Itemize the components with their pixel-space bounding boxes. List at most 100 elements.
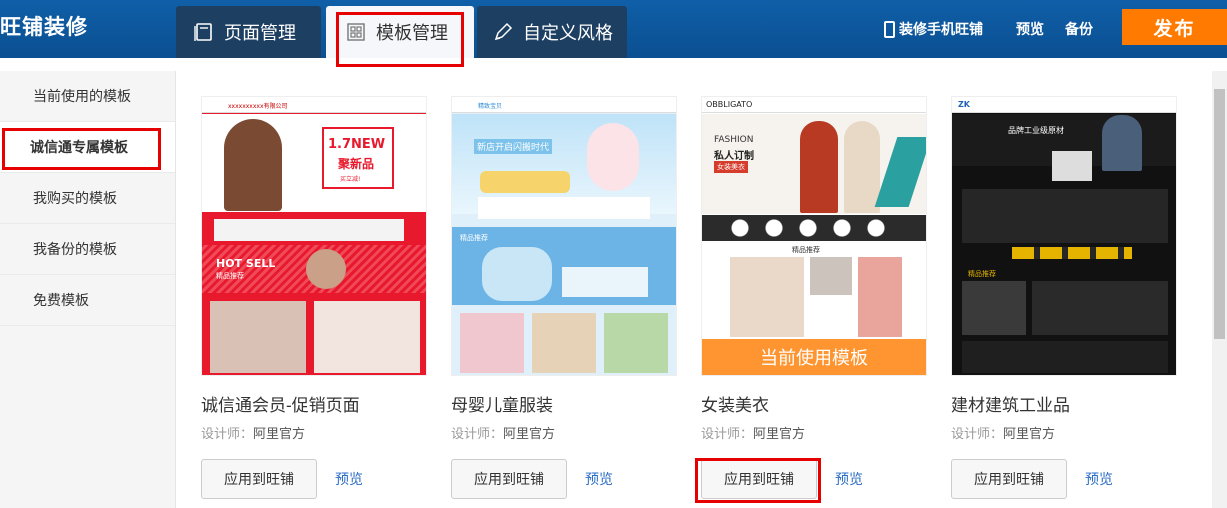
thumb-shop-name: OBBLIGATO — [706, 100, 753, 109]
thumb-sale: HOT SELL — [216, 257, 276, 270]
card-actions: 应用到旺铺 预览 — [951, 459, 1177, 499]
sidebar-item-purchased[interactable]: 我购买的模板 — [0, 173, 175, 224]
thumb-product — [562, 267, 648, 297]
thumb-headline: 新店开启闪搬时代 — [474, 139, 553, 154]
thumb-section-title: 精品推荐 — [792, 246, 820, 254]
thumb-product — [858, 257, 902, 337]
template-name: 建材建筑工业品 — [951, 396, 1070, 415]
thumb-strip — [478, 197, 650, 219]
publish-button[interactable]: 发布 — [1122, 9, 1227, 45]
preview-link[interactable]: 预览 — [335, 469, 363, 489]
apply-button[interactable]: 应用到旺铺 — [951, 459, 1067, 499]
template-thumbnail[interactable]: xxxxxxxxxx有限公司 1.7NEW 聚新品 买立减! HOT SELL … — [201, 96, 427, 376]
designer-label: 设计师： — [451, 426, 504, 441]
content-top-spacer — [0, 58, 1227, 71]
tab-label: 页面管理 — [224, 23, 296, 43]
thumb-headline: FASHION — [714, 135, 754, 145]
thumb-cta: 买立减! — [340, 176, 361, 183]
preview-button[interactable]: 预览 — [1016, 0, 1044, 58]
apply-button[interactable]: 应用到旺铺 — [451, 459, 567, 499]
preview-link[interactable]: 预览 — [1085, 469, 1113, 489]
thumb-model — [224, 119, 282, 211]
thumb-product — [1052, 151, 1092, 181]
thumb-section-title: 精品推荐 — [460, 234, 488, 242]
preview-link[interactable]: 预览 — [835, 469, 863, 489]
thumb-circles — [730, 217, 900, 239]
template-card: 精致宝贝 新店开启闪搬时代 精品推荐 母婴儿童服装 设计师：阿里官方 应用到旺铺… — [451, 96, 677, 499]
thumb-model — [800, 121, 838, 213]
backup-button[interactable]: 备份 — [1065, 0, 1093, 58]
pen-icon — [494, 22, 513, 41]
scrollbar[interactable] — [1212, 71, 1227, 508]
apply-button[interactable]: 应用到旺铺 — [701, 459, 817, 499]
thumb-product — [314, 301, 420, 373]
designer-label: 设计师： — [701, 426, 754, 441]
thumb-product — [1032, 281, 1168, 335]
thumb-headline: 1.7NEW — [328, 137, 386, 152]
app-title: 旺铺装修 — [0, 16, 88, 39]
template-name: 女装美衣 — [701, 396, 769, 415]
sidebar-item-current[interactable]: 当前使用的模板 — [0, 71, 175, 122]
thumb-product — [810, 257, 852, 295]
page-icon — [194, 23, 212, 41]
template-thumbnail[interactable]: OBBLIGATO FASHION 私人订制 女装美衣 精品推荐 当前使用模板 — [701, 96, 927, 376]
thumb-shop-name: xxxxxxxxxx有限公司 — [228, 103, 288, 110]
thumb-baby — [587, 123, 639, 191]
thumb-section-title: 精品推荐 — [968, 270, 996, 278]
grid-icon — [347, 23, 365, 41]
thumb-product — [482, 247, 552, 301]
thumb-product — [210, 301, 306, 373]
current-template-badge: 当前使用模板 — [702, 339, 926, 375]
designer-label: 设计师： — [201, 426, 254, 441]
thumb-header: OBBLIGATO — [702, 97, 926, 113]
designer-name: 阿里官方 — [1003, 426, 1056, 441]
mobile-shop-label: 装修手机旺铺 — [899, 21, 983, 37]
thumb-product — [532, 313, 596, 373]
tab-label: 自定义风格 — [523, 23, 613, 43]
apply-button[interactable]: 应用到旺铺 — [201, 459, 317, 499]
thumb-model — [1102, 115, 1142, 171]
preview-link[interactable]: 预览 — [585, 469, 613, 489]
template-card: ZK 品牌工业级原材 精品推荐 建材建筑工业品 设计师：阿里官方 应用到旺铺 预… — [951, 96, 1177, 499]
thumb-sale-sub: 精品推荐 — [216, 272, 244, 280]
tab-custom-style[interactable]: 自定义风格 — [477, 6, 627, 58]
thumb-header: 精致宝贝 — [452, 97, 676, 113]
designer-name: 阿里官方 — [253, 426, 306, 441]
thumb-sub: 私人订制 — [714, 151, 754, 162]
designer-name: 阿里官方 — [503, 426, 556, 441]
thumb-shop-name: ZK — [958, 100, 970, 109]
card-actions: 应用到旺铺 预览 — [701, 459, 927, 499]
designer-label: 设计师： — [951, 426, 1004, 441]
sidebar-item-backup[interactable]: 我备份的模板 — [0, 224, 175, 275]
thumb-model-2 — [306, 249, 346, 289]
template-designer: 设计师：阿里官方 — [701, 423, 927, 442]
thumb-brands — [1012, 247, 1132, 259]
template-designer: 设计师：阿里官方 — [451, 423, 677, 442]
thumb-product — [604, 313, 668, 373]
tab-page-management[interactable]: 页面管理 — [176, 6, 321, 58]
tab-label: 模板管理 — [376, 23, 448, 43]
thumb-sub: 聚新品 — [338, 157, 375, 171]
thumb-headline: 品牌工业级原材 — [1008, 126, 1064, 135]
card-actions: 应用到旺铺 预览 — [451, 459, 677, 499]
template-name: 母婴儿童服装 — [451, 396, 553, 415]
thumb-toy — [480, 171, 570, 193]
thumb-header: xxxxxxxxxx有限公司 — [202, 97, 426, 113]
tab-template-management[interactable]: 模板管理 — [326, 6, 474, 58]
thumb-strip — [214, 219, 404, 241]
sidebar: 当前使用的模板 诚信通专属模板 我购买的模板 我备份的模板 免费模板 — [0, 71, 176, 508]
thumb-grid — [962, 189, 1168, 243]
template-thumbnail[interactable]: ZK 品牌工业级原材 精品推荐 — [951, 96, 1177, 376]
sidebar-item-chengxintong[interactable]: 诚信通专属模板 — [0, 122, 175, 173]
thumb-model — [844, 121, 880, 213]
phone-icon — [884, 20, 895, 38]
mobile-shop-button[interactable]: 装修手机旺铺 — [884, 0, 983, 58]
sidebar-item-free[interactable]: 免费模板 — [0, 275, 175, 326]
template-thumbnail[interactable]: 精致宝贝 新店开启闪搬时代 精品推荐 — [451, 96, 677, 376]
thumb-shop-name: 精致宝贝 — [478, 103, 503, 110]
top-bar: 旺铺装修 页面管理 模板管理 自定义风格 装修手机旺铺 预览 备份 发布 — [0, 0, 1227, 58]
thumb-sub2: 女装美衣 — [714, 161, 748, 173]
template-card: xxxxxxxxxx有限公司 1.7NEW 聚新品 买立减! HOT SELL … — [201, 96, 427, 499]
thumb-product — [962, 281, 1026, 335]
scrollbar-thumb[interactable] — [1214, 89, 1225, 339]
